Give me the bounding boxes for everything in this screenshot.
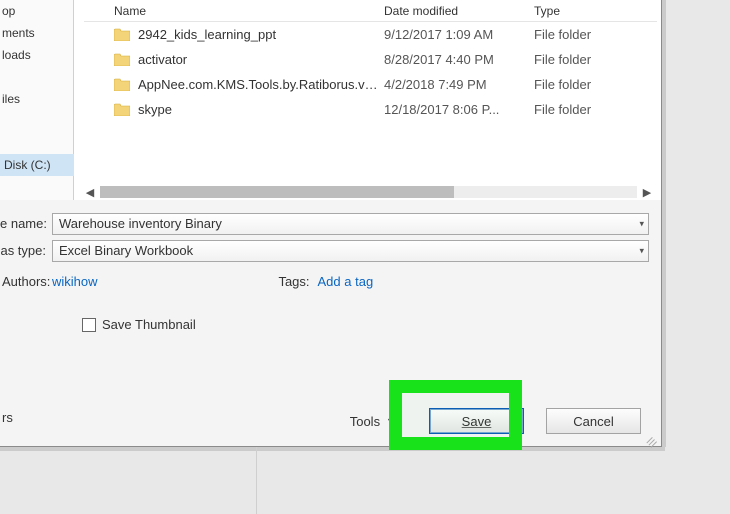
nav-item[interactable]: ments: [0, 22, 73, 44]
col-name[interactable]: Name: [84, 4, 384, 18]
nav-tree[interactable]: op ments loads iles Disk (C:): [0, 0, 74, 200]
tags-label: Tags:: [278, 274, 318, 289]
file-type: File folder: [534, 77, 657, 92]
tags-add[interactable]: Add a tag: [318, 274, 374, 289]
filetype-label: as type:: [0, 243, 52, 258]
filetype-value: Excel Binary Workbook: [59, 243, 193, 258]
file-date: 4/2/2018 7:49 PM: [384, 77, 534, 92]
tools-menu[interactable]: Tools▼: [350, 414, 395, 429]
nav-item[interactable]: iles: [0, 88, 73, 110]
scroll-left-icon[interactable]: ◀: [82, 184, 98, 200]
save-as-dialog: op ments loads iles Disk (C:) Name Date …: [0, 0, 662, 447]
table-row[interactable]: activator 8/28/2017 4:40 PMFile folder: [84, 47, 657, 72]
file-name: skype: [138, 102, 172, 117]
save-button[interactable]: Save: [429, 408, 524, 434]
file-name: 2942_kids_learning_ppt: [138, 27, 276, 42]
col-type[interactable]: Type: [534, 4, 657, 18]
folder-icon: [114, 53, 130, 66]
table-row[interactable]: AppNee.com.KMS.Tools.by.Ratiborus.v20...…: [84, 72, 657, 97]
scroll-right-icon[interactable]: ▶: [639, 184, 655, 200]
filename-value: Warehouse inventory Binary: [59, 216, 222, 231]
table-row[interactable]: 2942_kids_learning_ppt 9/12/2017 1:09 AMF…: [84, 22, 657, 47]
file-type: File folder: [534, 102, 657, 117]
file-list[interactable]: Name Date modified Type 2942_kids_learni…: [74, 0, 661, 200]
col-date[interactable]: Date modified: [384, 4, 534, 18]
column-headers[interactable]: Name Date modified Type: [84, 0, 657, 22]
filetype-select[interactable]: Excel Binary Workbook ▾: [52, 240, 649, 262]
file-date: 9/12/2017 1:09 AM: [384, 27, 534, 42]
file-type: File folder: [534, 52, 657, 67]
file-name: AppNee.com.KMS.Tools.by.Ratiborus.v20...: [138, 77, 384, 92]
cancel-button[interactable]: Cancel: [546, 408, 641, 434]
authors-value[interactable]: wikihow: [52, 274, 98, 289]
horizontal-scrollbar[interactable]: ◀ ▶: [82, 184, 655, 200]
chevron-down-icon[interactable]: ▾: [639, 245, 644, 256]
file-type: File folder: [534, 27, 657, 42]
chevron-down-icon: ▼: [386, 416, 395, 426]
file-date: 12/18/2017 8:06 P...: [384, 102, 534, 117]
nav-item[interactable]: op: [0, 0, 73, 22]
save-thumbnail-label: Save Thumbnail: [102, 317, 196, 332]
chevron-down-icon[interactable]: ▾: [639, 218, 644, 229]
scroll-thumb[interactable]: [100, 186, 454, 198]
nav-item[interactable]: loads: [0, 44, 73, 66]
authors-label: Authors:: [2, 274, 52, 289]
filename-input[interactable]: Warehouse inventory Binary ▾: [52, 213, 649, 235]
folder-icon: [114, 28, 130, 41]
nav-item-selected[interactable]: Disk (C:): [0, 154, 80, 176]
file-date: 8/28/2017 4:40 PM: [384, 52, 534, 67]
footer-label: rs: [0, 410, 13, 425]
table-row[interactable]: skype 12/18/2017 8:06 P...File folder: [84, 97, 657, 122]
save-thumbnail-checkbox[interactable]: [82, 318, 96, 332]
file-name: activator: [138, 52, 187, 67]
scroll-track[interactable]: [100, 186, 637, 198]
folder-icon: [114, 103, 130, 116]
folder-icon: [114, 78, 130, 91]
resize-grip[interactable]: [645, 430, 657, 442]
filename-label: e name:: [0, 216, 52, 231]
